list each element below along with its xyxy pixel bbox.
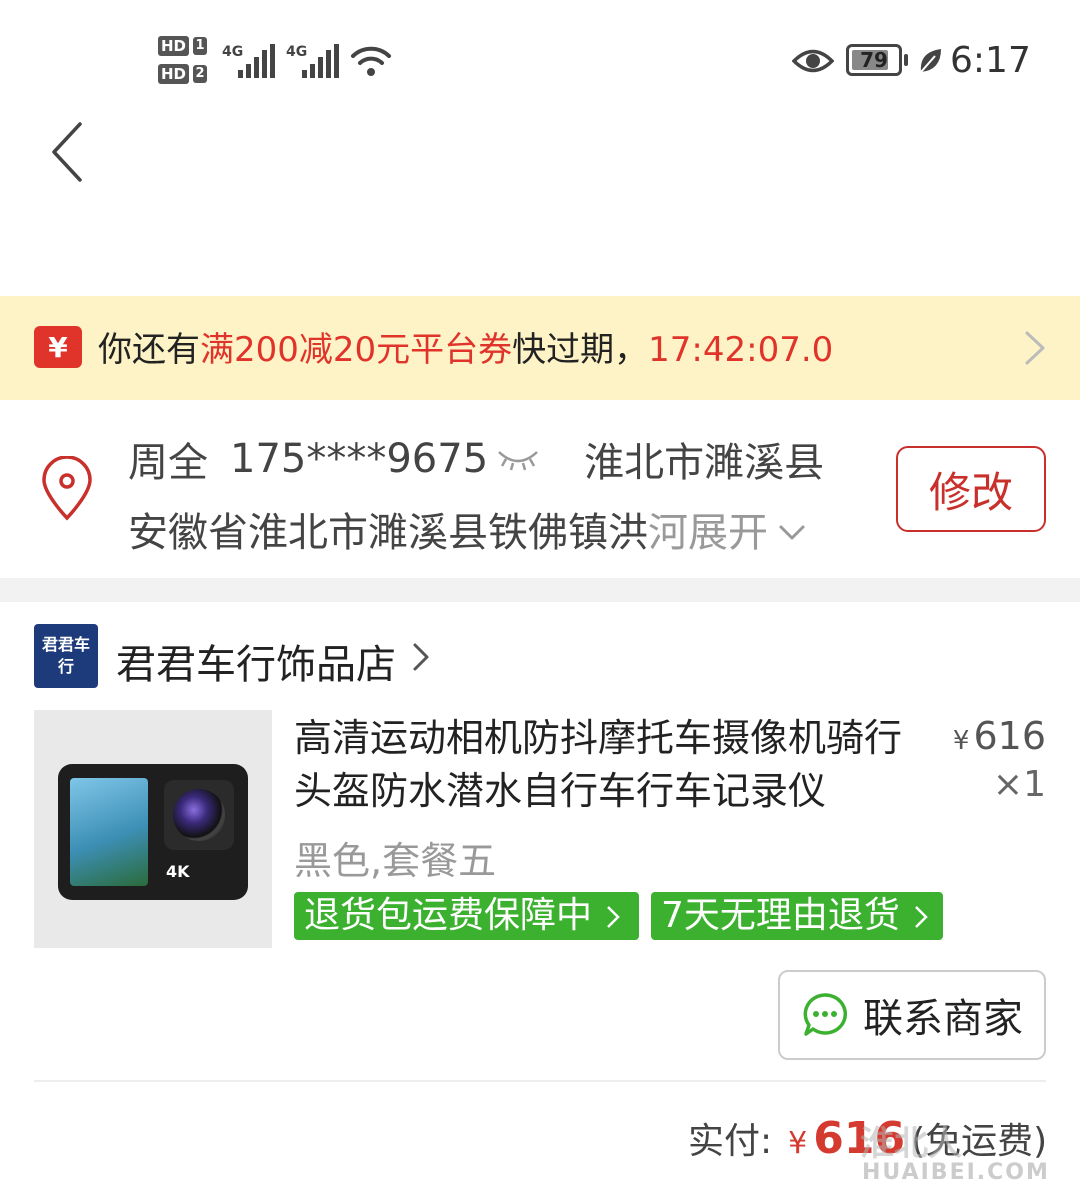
product-title[interactable]: 高清运动相机防抖摩托车摄像机骑行头盔防水潜水自行车行车记录仪 [294,712,914,818]
coupon-highlight: 满200减20元平台券 [200,330,513,370]
chevron-right-icon[interactable] [412,642,430,676]
store-name[interactable]: 君君车行饰品店 [116,632,396,690]
chevron-right-icon [915,906,929,928]
address-detail-line[interactable]: 安徽省淮北市濉溪县铁佛镇洪河展开 [128,500,806,558]
product-image[interactable]: 4K [34,710,272,948]
watermark-url: HUAIBEI.COM [862,1160,1050,1185]
divider [34,1080,1046,1082]
back-button[interactable] [36,112,96,192]
expand-label[interactable]: 展开 [688,500,768,558]
leaf-icon [917,46,943,80]
seven-day-return-badge[interactable]: 7天无理由退货 [651,892,943,940]
edit-address-button[interactable]: 修改 [896,446,1046,532]
coupon-icon: ¥ [34,326,82,368]
product-variant: 黑色,套餐五 [294,839,497,883]
return-shipping-badge[interactable]: 退货包运费保障中 [294,892,639,940]
section-divider [0,578,1080,602]
eye-closed-icon[interactable] [496,436,540,482]
chevron-right-icon [607,906,621,928]
sim-number: 1 [193,37,208,55]
eye-comfort-icon [791,44,835,82]
coupon-message: 你还有满200减20元平台券快过期，17:42:07.0 [98,330,834,370]
chevron-right-icon [1024,330,1046,370]
address-detail: 安徽省淮北市濉溪县铁佛镇洪 [128,510,648,556]
product-quantity: ×1 [992,764,1046,805]
chat-bubble-icon [803,993,847,1036]
address-contact-line: 周全 175****9675 淮北市濉溪县 [128,430,824,488]
wifi-icon [350,44,392,82]
sim-number: 2 [193,65,208,83]
battery-icon: 79 [846,44,908,78]
store-logo[interactable]: 君君车行 [34,624,98,688]
watermark-logo: 淮北人 [860,1124,962,1164]
hd-badge: HD [158,64,190,84]
total-label: 实付: [688,1121,773,1162]
recipient-phone: 175****9675 [230,436,489,482]
action-camera-image: 4K [58,764,248,900]
chevron-down-icon[interactable] [778,506,806,552]
location-pin-icon [38,455,96,526]
chevron-left-icon [52,122,82,182]
contact-merchant-button[interactable]: 联系商家 [778,970,1046,1060]
coupon-countdown: 17:42:07.0 [648,330,834,370]
hd-badge: HD [158,36,190,56]
recipient-name: 周全 [128,440,208,486]
status-bar: HD 1 HD 2 4G 4G 79 6:17 [0,0,1080,100]
battery-level: 79 [860,48,888,72]
recipient-region: 淮北市濉溪县 [584,440,825,486]
sim-indicators: HD 1 HD 2 [158,34,210,92]
product-price: ¥616 [952,714,1046,758]
clock: 6:17 [950,40,1031,81]
